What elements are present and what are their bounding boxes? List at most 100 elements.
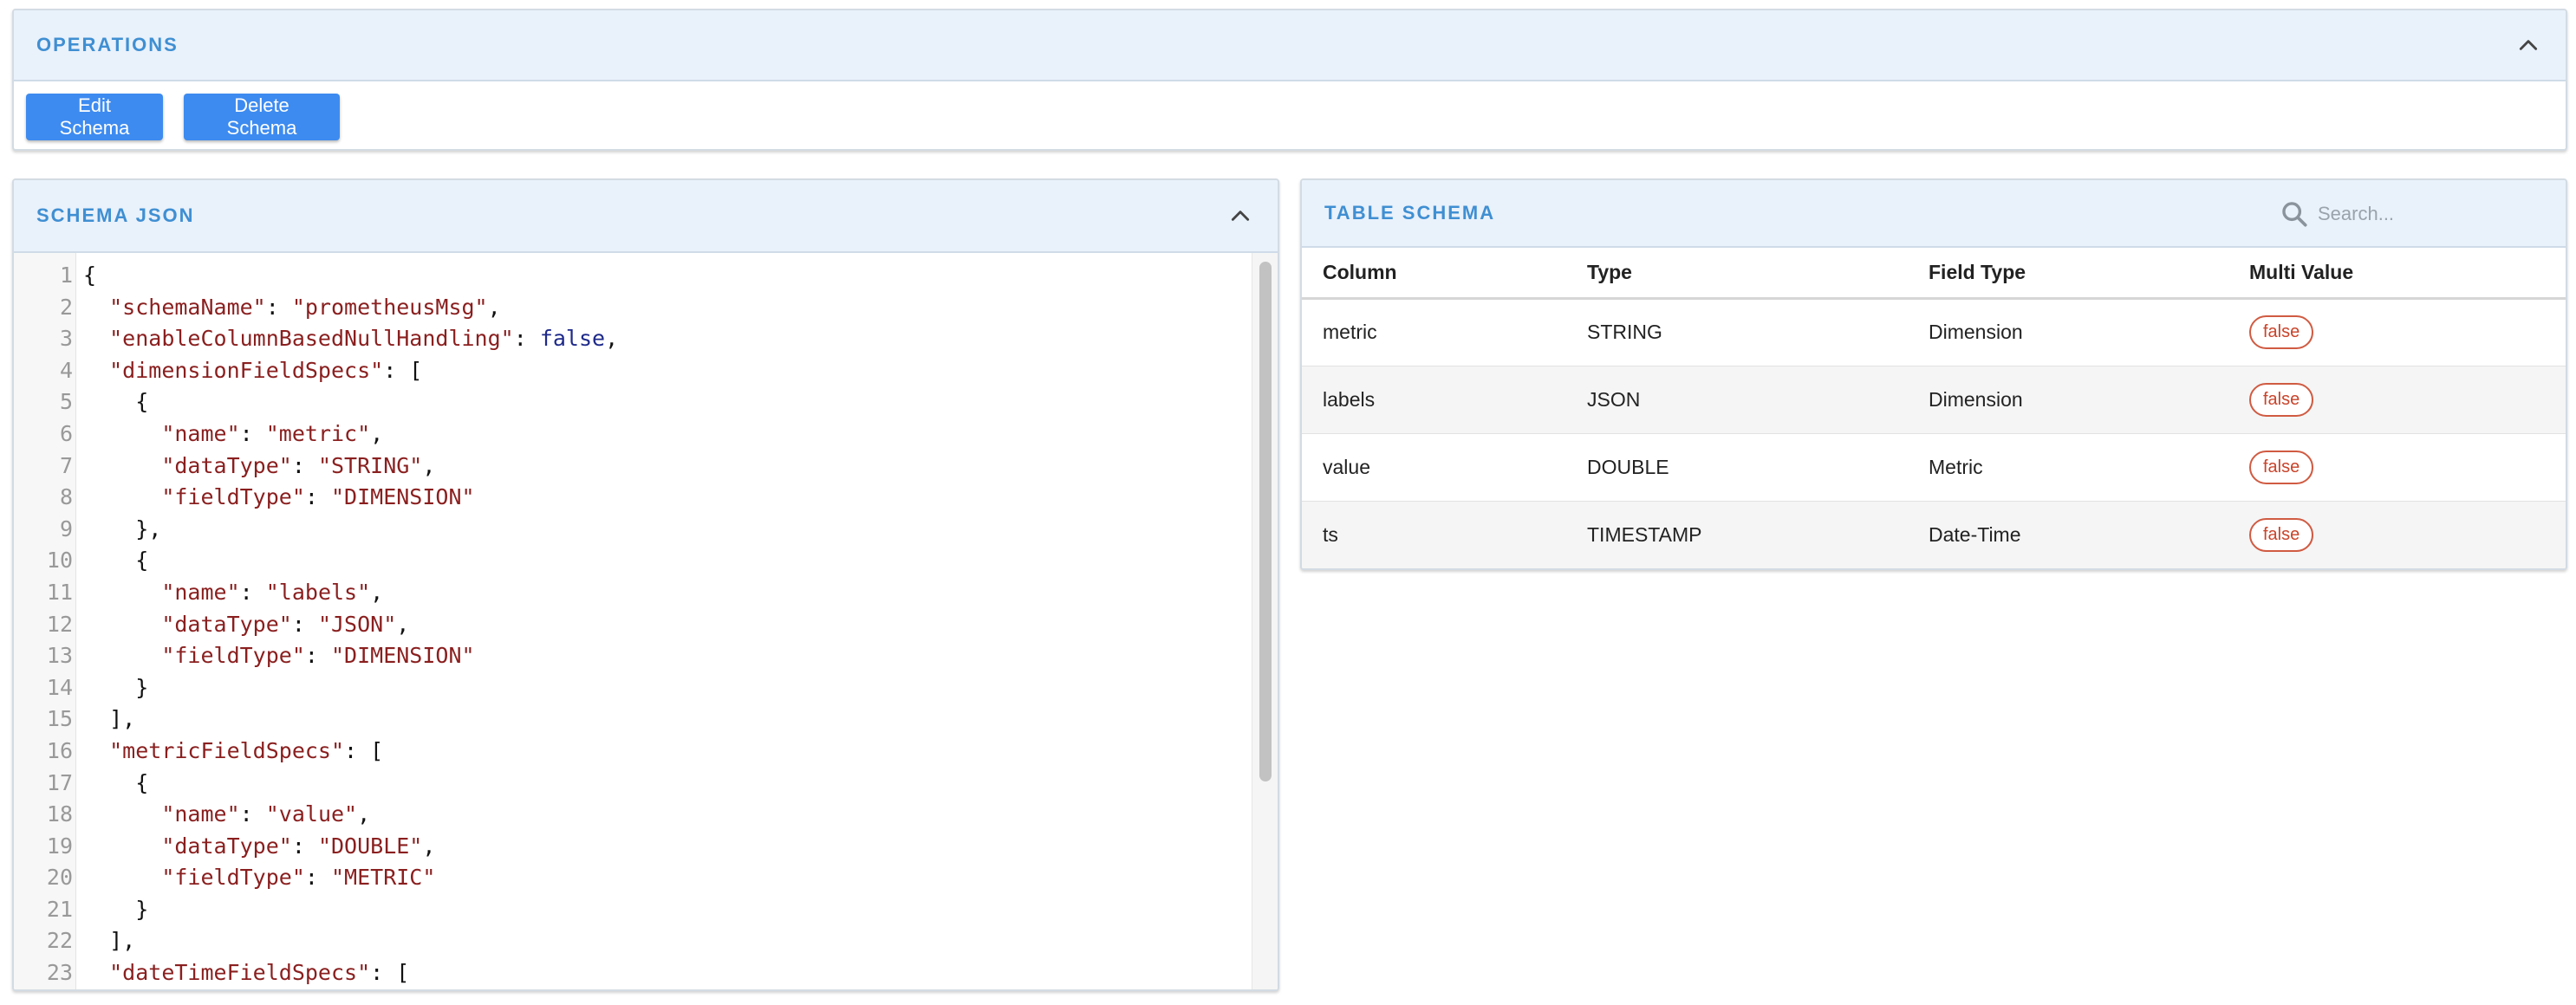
code-line[interactable]: 6 "name": "metric",	[14, 418, 1252, 451]
code-line[interactable]: 9 },	[14, 514, 1252, 546]
code-text: {	[83, 545, 148, 577]
line-number: 22	[46, 928, 73, 954]
json-string: "prometheusMsg"	[291, 294, 488, 320]
code-text: {	[83, 260, 96, 292]
code-text: "name": "labels",	[83, 577, 383, 609]
json-punctuation	[83, 484, 161, 509]
cell-field-type: Metric	[1908, 433, 2228, 502]
code-line[interactable]: 5 {	[14, 386, 1252, 418]
line-number: 13	[46, 643, 73, 669]
schema-json-header[interactable]: SCHEMA JSON	[14, 180, 1278, 253]
table-row[interactable]: metric STRING Dimension false	[1302, 298, 2566, 366]
search-box[interactable]	[2280, 194, 2531, 234]
code-line[interactable]: 8 "fieldType": "DIMENSION"	[14, 482, 1252, 514]
cell-type: STRING	[1566, 298, 1908, 366]
json-punctuation: :	[304, 865, 331, 891]
json-punctuation: ,	[357, 801, 371, 827]
json-punctuation: :	[239, 801, 266, 827]
code-line[interactable]: 12 "dataType": "JSON",	[14, 609, 1252, 641]
code-editor[interactable]: 1{2 "schemaName": "prometheusMsg", 3 "ena…	[14, 253, 1278, 989]
table-header-row: Column Type Field Type Multi Value	[1302, 248, 2566, 300]
code-text: "dataType": "DOUBLE",	[83, 831, 435, 863]
code-line[interactable]: 3 "enableColumnBasedNullHandling": false…	[14, 323, 1252, 355]
json-punctuation	[83, 833, 161, 859]
json-string: "DIMENSION"	[331, 643, 475, 669]
json-punctuation	[83, 643, 161, 668]
code-line[interactable]: 14 }	[14, 672, 1252, 704]
schema-table: Column Type Field Type Multi Value metri…	[1302, 248, 2566, 568]
json-string: "name"	[161, 420, 240, 446]
scrollbar-thumb[interactable]	[1259, 262, 1272, 781]
column-header-field-type[interactable]: Field Type	[1908, 248, 2228, 300]
chevron-up-icon[interactable]	[2517, 34, 2540, 56]
json-punctuation: :	[291, 452, 318, 478]
vertical-scrollbar[interactable]	[1252, 253, 1278, 989]
code-line[interactable]: 10 {	[14, 545, 1252, 577]
code-line[interactable]: 23 "dateTimeFieldSpecs": [	[14, 957, 1252, 989]
line-number: 4	[59, 357, 73, 383]
line-number: 5	[59, 389, 73, 415]
code-line[interactable]: 17 {	[14, 768, 1252, 800]
column-header-column[interactable]: Column	[1302, 248, 1566, 300]
json-string: "dataType"	[161, 833, 292, 859]
json-string: "name"	[161, 801, 240, 827]
column-header-type[interactable]: Type	[1566, 248, 1908, 300]
json-punctuation: ,	[487, 294, 501, 320]
operations-panel: OPERATIONS Edit Schema Delete Schema	[12, 9, 2567, 151]
schema-json-panel: SCHEMA JSON 1{2 "schemaName": "prometheu…	[12, 178, 1279, 991]
code-line[interactable]: 22 ],	[14, 925, 1252, 957]
json-punctuation: ,	[370, 420, 384, 446]
code-line[interactable]: 16 "metricFieldSpecs": [	[14, 736, 1252, 768]
code-line[interactable]: 18 "name": "value",	[14, 799, 1252, 831]
multi-value-chip: false	[2249, 517, 2314, 552]
delete-schema-button[interactable]: Delete Schema	[184, 94, 340, 140]
code-text: "schemaName": "prometheusMsg",	[83, 292, 501, 324]
json-punctuation	[83, 801, 161, 827]
code-line[interactable]: 11 "name": "labels",	[14, 577, 1252, 609]
cell-type: TIMESTAMP	[1566, 501, 1908, 568]
code-line[interactable]: 20 "fieldType": "METRIC"	[14, 862, 1252, 894]
code-text: "name": "metric",	[83, 418, 383, 451]
code-line[interactable]: 19 "dataType": "DOUBLE",	[14, 831, 1252, 863]
json-punctuation: ,	[422, 833, 436, 859]
code-line[interactable]: 15 ],	[14, 704, 1252, 736]
json-string: "JSON"	[317, 611, 397, 637]
operations-header[interactable]: OPERATIONS	[14, 10, 2566, 81]
json-string: "schemaName"	[109, 294, 266, 320]
code-line[interactable]: 21 }	[14, 894, 1252, 926]
code-text: "dataType": "STRING",	[83, 451, 435, 483]
cell-column: ts	[1302, 501, 1566, 568]
code-text: "name": "value",	[83, 799, 370, 831]
json-punctuation	[83, 453, 161, 478]
line-number: 14	[46, 674, 73, 700]
code-lines[interactable]: 1{2 "schemaName": "prometheusMsg", 3 "ena…	[14, 260, 1252, 989]
json-punctuation	[83, 295, 109, 320]
table-row[interactable]: ts TIMESTAMP Date-Time false	[1302, 501, 2566, 568]
json-string: "labels"	[265, 579, 371, 605]
json-punctuation	[83, 738, 109, 763]
chevron-up-icon[interactable]	[1229, 204, 1252, 227]
json-punctuation: }	[83, 674, 149, 700]
json-punctuation	[83, 421, 161, 446]
json-punctuation: ,	[422, 452, 436, 478]
cell-type: JSON	[1566, 366, 1908, 434]
json-punctuation: ],	[83, 928, 136, 954]
code-line[interactable]: 2 "schemaName": "prometheusMsg",	[14, 292, 1252, 324]
json-punctuation	[83, 358, 109, 383]
code-line[interactable]: 7 "dataType": "STRING",	[14, 451, 1252, 483]
edit-schema-button[interactable]: Edit Schema	[26, 94, 163, 140]
json-punctuation: ,	[396, 611, 410, 637]
json-string: "fieldType"	[161, 865, 305, 891]
code-line[interactable]: 4 "dimensionFieldSpecs": [	[14, 355, 1252, 387]
table-row[interactable]: value DOUBLE Metric false	[1302, 433, 2566, 502]
code-text: "fieldType": "METRIC"	[83, 862, 435, 894]
column-header-multi-value[interactable]: Multi Value	[2228, 248, 2566, 300]
json-punctuation: : [	[370, 960, 410, 986]
json-string: "metricFieldSpecs"	[109, 737, 345, 763]
json-punctuation: }	[83, 896, 149, 922]
search-input[interactable]	[2318, 203, 2517, 225]
table-row[interactable]: labels JSON Dimension false	[1302, 366, 2566, 434]
code-text: "enableColumnBasedNullHandling": false,	[83, 323, 618, 355]
code-line[interactable]: 13 "fieldType": "DIMENSION"	[14, 640, 1252, 672]
code-line[interactable]: 1{	[14, 260, 1252, 292]
